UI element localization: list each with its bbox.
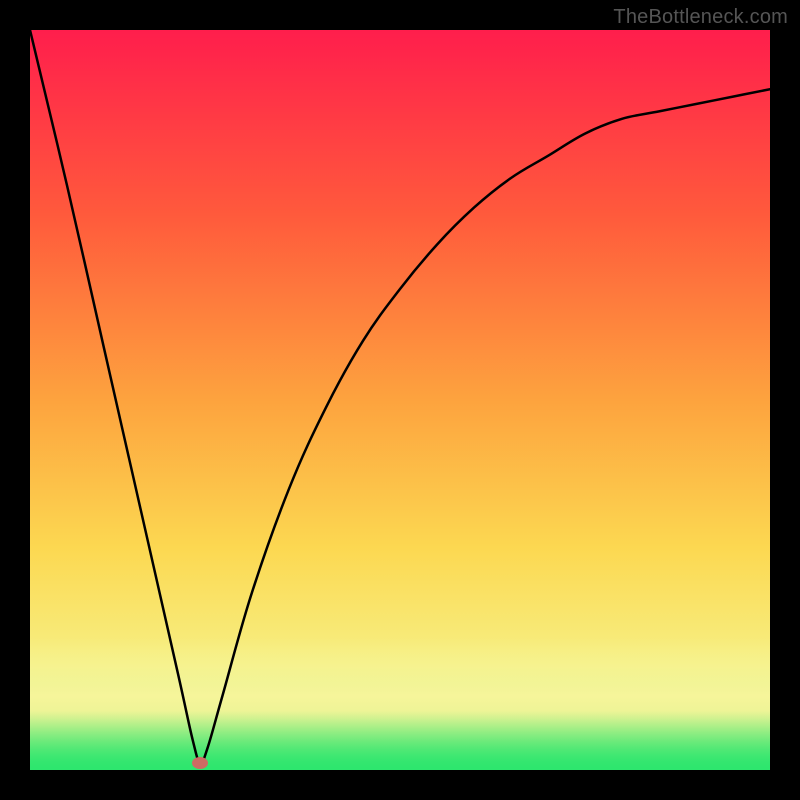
- optimal-marker: [192, 757, 208, 769]
- bottleneck-curve: [30, 30, 770, 770]
- chart-frame: TheBottleneck.com: [0, 0, 800, 800]
- plot-area: [30, 30, 770, 770]
- watermark-text: TheBottleneck.com: [613, 6, 788, 29]
- curve-path: [30, 30, 770, 763]
